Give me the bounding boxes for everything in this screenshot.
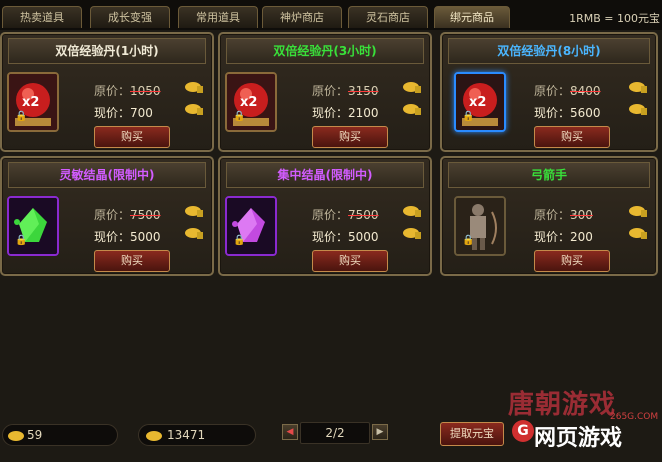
buy-button[interactable]: 购买 bbox=[94, 126, 170, 148]
exp-pill-icon[interactable]: x2 🔒 bbox=[454, 72, 506, 132]
item-title: 双倍经验丹(3小时) bbox=[226, 38, 424, 64]
current-price: 现价：5000 bbox=[94, 230, 161, 244]
page-indicator: 2/2 bbox=[300, 422, 370, 444]
watermark-url: 265G.COM bbox=[610, 412, 659, 422]
current-price: 现价：2100 bbox=[312, 106, 379, 120]
item-card: 弓箭手 🔒 原价：300 现价：200 购买 bbox=[440, 156, 658, 276]
tab-bound-yuanbao[interactable]: 绑元商品 bbox=[434, 6, 510, 28]
exp-pill-icon[interactable]: x2 🔒 bbox=[7, 72, 59, 132]
gold-ingot-icon bbox=[8, 431, 24, 441]
original-price: 原价：8400 bbox=[534, 84, 601, 98]
lock-icon: 🔒 bbox=[462, 235, 475, 246]
lock-icon: 🔒 bbox=[15, 235, 28, 246]
current-price: 现价：700 bbox=[94, 106, 153, 120]
current-price: 现价：5000 bbox=[312, 230, 379, 244]
current-price: 现价：200 bbox=[534, 230, 593, 244]
svg-text:x2: x2 bbox=[22, 95, 39, 110]
archer-icon[interactable]: 🔒 bbox=[454, 196, 506, 256]
original-price: 原价：3150 bbox=[312, 84, 379, 98]
watermark-text: 唐朝游戏 bbox=[508, 390, 617, 420]
gold-ingot-icon bbox=[185, 82, 203, 93]
svg-text:x2: x2 bbox=[240, 95, 257, 110]
item-card: 灵敏结晶(限制中) 🔒 原价：7500 现价：5000 购买 bbox=[0, 156, 214, 276]
tab-bar: 热卖道具 成长变强 常用道具 神炉商店 灵石商店 绑元商品 1RMB = 100… bbox=[0, 0, 662, 30]
item-card: 双倍经验丹(1小时) x2 🔒 原价：1050 现价：700 购买 bbox=[0, 32, 214, 152]
original-price: 原价：7500 bbox=[94, 208, 161, 222]
item-title: 集中结晶(限制中) bbox=[226, 162, 424, 188]
green-crystal-icon[interactable]: 🔒 bbox=[7, 196, 59, 256]
buy-button[interactable]: 购买 bbox=[94, 250, 170, 272]
watermark-logo: G bbox=[512, 420, 534, 442]
item-title: 双倍经验丹(1小时) bbox=[8, 38, 206, 64]
gold-ingot-icon bbox=[629, 206, 647, 217]
current-price: 现价：5600 bbox=[534, 106, 601, 120]
item-title: 弓箭手 bbox=[448, 162, 650, 188]
gold-ingot-icon bbox=[629, 228, 647, 239]
tab-growth[interactable]: 成长变强 bbox=[90, 6, 170, 28]
gold-ingot-icon bbox=[403, 82, 421, 93]
gold-ingot-icon bbox=[185, 206, 203, 217]
lock-icon: 🔒 bbox=[233, 111, 246, 122]
gold-ingot-icon bbox=[185, 104, 203, 115]
gold-ingot-icon bbox=[146, 431, 162, 441]
tab-spirit-stone-shop[interactable]: 灵石商店 bbox=[348, 6, 428, 28]
svg-text:x2: x2 bbox=[469, 95, 486, 110]
item-title: 灵敏结晶(限制中) bbox=[8, 162, 206, 188]
buy-button[interactable]: 购买 bbox=[534, 126, 610, 148]
tab-hot-items[interactable]: 热卖道具 bbox=[2, 6, 82, 28]
tab-furnace-shop[interactable]: 神炉商店 bbox=[262, 6, 342, 28]
item-grid: 双倍经验丹(1小时) x2 🔒 原价：1050 现价：700 购买 双倍经验丹(… bbox=[0, 30, 662, 292]
lock-icon: 🔒 bbox=[462, 111, 475, 122]
buy-button[interactable]: 购买 bbox=[534, 250, 610, 272]
buy-button[interactable]: 购买 bbox=[312, 126, 388, 148]
tab-common-items[interactable]: 常用道具 bbox=[178, 6, 258, 28]
balance-bound-yuanbao: 59 bbox=[2, 424, 118, 446]
item-card: 双倍经验丹(3小时) x2 🔒 原价：3150 现价：2100 购买 bbox=[218, 32, 432, 152]
gold-ingot-icon bbox=[629, 104, 647, 115]
item-card: 双倍经验丹(8小时) x2 🔒 原价：8400 现价：5600 购买 bbox=[440, 32, 658, 152]
lock-icon: 🔒 bbox=[233, 235, 246, 246]
gold-ingot-icon bbox=[403, 104, 421, 115]
gold-ingot-icon bbox=[403, 206, 421, 217]
original-price: 原价：7500 bbox=[312, 208, 379, 222]
original-price: 原价：300 bbox=[534, 208, 593, 222]
purple-crystal-icon[interactable]: 🔒 bbox=[225, 196, 277, 256]
watermark-site: 网页游戏 bbox=[534, 426, 623, 451]
prev-page-button[interactable]: ◀ bbox=[282, 424, 298, 440]
lock-icon: 🔒 bbox=[15, 111, 28, 122]
buy-button[interactable]: 购买 bbox=[312, 250, 388, 272]
withdraw-button[interactable]: 提取元宝 bbox=[440, 422, 504, 446]
exchange-rate: 1RMB = 100元宝 bbox=[569, 12, 660, 25]
item-card: 集中结晶(限制中) 🔒 原价：7500 现价：5000 购买 bbox=[218, 156, 432, 276]
next-page-button[interactable]: ▶ bbox=[372, 424, 388, 440]
gold-ingot-icon bbox=[629, 82, 647, 93]
exp-pill-icon[interactable]: x2 🔒 bbox=[225, 72, 277, 132]
original-price: 原价：1050 bbox=[94, 84, 161, 98]
balance-yuanbao: 13471 bbox=[138, 424, 256, 446]
gold-ingot-icon bbox=[403, 228, 421, 239]
gold-ingot-icon bbox=[185, 228, 203, 239]
item-title: 双倍经验丹(8小时) bbox=[448, 38, 650, 64]
